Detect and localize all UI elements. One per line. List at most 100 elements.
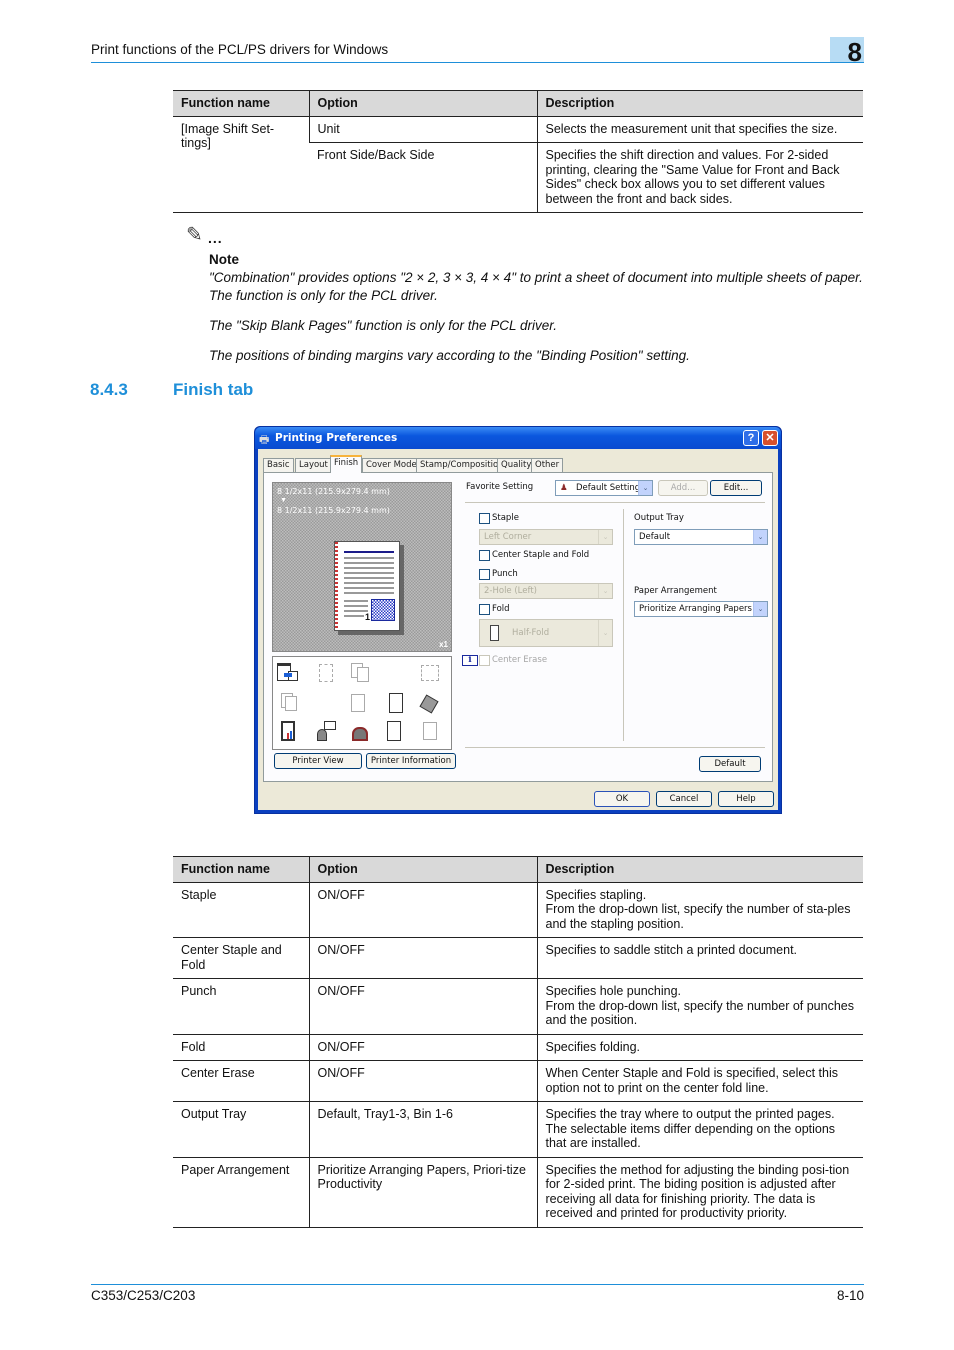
paper-arrangement-label: Paper Arrangement <box>634 586 717 596</box>
dialog-titlebar[interactable]: 🖶 Printing Preferences ? ✕ <box>255 427 781 449</box>
favorite-setting-value: Default Setting <box>576 483 641 493</box>
page-footer: C353/C253/C203 8-10 <box>91 1284 864 1303</box>
column-header: Option <box>308 90 537 117</box>
description-cell: Specifies to saddle stitch a printed doc… <box>536 937 863 979</box>
tab-other[interactable]: Other <box>531 458 564 472</box>
staple-position-select[interactable]: Left Corner ⌄ <box>479 529 613 545</box>
note-paragraph: The positions of binding margins vary ac… <box>209 348 690 363</box>
function-cell: Punch <box>173 978 309 1035</box>
duplex-icon[interactable] <box>349 663 371 685</box>
table-row: Output Tray Default, Tray1-3, Bin 1-6 Sp… <box>173 1101 863 1158</box>
preview-line <box>344 605 368 607</box>
option-cell: Unit <box>308 116 537 143</box>
description-line: From the drop-down list, specify the num… <box>545 902 851 931</box>
favorite-icon: ♟ <box>560 483 568 493</box>
function-cell: Center Erase <box>173 1060 309 1102</box>
function-cell: Paper Arrangement <box>173 1157 309 1228</box>
secure-print-icon[interactable] <box>385 721 407 743</box>
column-header: Function name <box>173 90 309 117</box>
description-line: Specifies stapling. <box>545 887 647 902</box>
function-icon-grid <box>272 656 452 750</box>
add-button[interactable]: Add... <box>658 480 708 496</box>
box-save-icon[interactable] <box>419 721 441 743</box>
printer-view-button[interactable]: Printer View <box>274 753 362 769</box>
default-button[interactable]: Default <box>699 756 761 772</box>
help-button[interactable]: Help <box>718 791 774 807</box>
half-fold-icon <box>490 625 499 641</box>
note-paragraph: The "Skip Blank Pages" function is only … <box>209 318 558 333</box>
tab-layout[interactable]: Layout <box>295 458 332 472</box>
section-title: Finish tab <box>173 380 254 399</box>
cancel-button[interactable]: Cancel <box>656 791 712 807</box>
fold-checkbox[interactable] <box>479 604 490 615</box>
tab-quality[interactable]: Quality <box>497 458 536 472</box>
table-row: [Image Shift Set-tings] Unit Selects the… <box>173 116 863 213</box>
finish-tab-panel: 8 1/2x11 (215.9x279.4 mm) ▼ 8 1/2x11 (21… <box>263 472 773 782</box>
option-cell: ON/OFF <box>308 1060 537 1102</box>
description-cell: Specifies folding. <box>536 1034 863 1061</box>
punch-select[interactable]: 2-Hole (Left) ⌄ <box>479 583 613 599</box>
edit-button[interactable]: Edit... <box>710 480 762 496</box>
booklet-icon[interactable] <box>419 663 441 685</box>
fold-icon[interactable] <box>419 693 441 715</box>
column-header: Description <box>536 90 863 117</box>
preview-line <box>344 592 394 594</box>
preview-page: 1 <box>334 541 400 631</box>
description-line: From the drop-down list, specify the num… <box>545 998 854 1028</box>
center-staple-fold-checkbox[interactable] <box>479 550 490 561</box>
overlay-icon[interactable] <box>385 693 407 715</box>
ok-button[interactable]: OK <box>594 791 650 807</box>
table-row: Paper Arrangement Prioritize Arranging P… <box>173 1157 863 1228</box>
printer-information-button[interactable]: Printer Information <box>366 753 456 769</box>
function-cell: Staple <box>173 882 309 938</box>
tab-finish[interactable]: Finish <box>330 455 363 473</box>
tab-cover-mode[interactable]: Cover Mode <box>362 458 421 472</box>
info-icon[interactable]: i <box>462 655 478 666</box>
output-tray-select[interactable]: Default ⌄ <box>634 529 768 545</box>
user-auth-icon[interactable] <box>315 721 337 743</box>
table-row: Center Erase ON/OFF When Center Staple a… <box>173 1060 863 1102</box>
description-cell: Specifies the tray where to output the p… <box>536 1101 863 1158</box>
help-titlebar-button[interactable]: ? <box>743 430 759 446</box>
table-row: Center Staple and Fold ON/OFF Specifies … <box>173 937 863 979</box>
tab-stamp-composition[interactable]: Stamp/Composition <box>416 458 508 472</box>
staple-checkbox[interactable] <box>479 513 490 524</box>
option-cell: Default, Tray1-3, Bin 1-6 <box>308 1101 537 1158</box>
function-cell: [Image Shift Set-tings] <box>173 116 309 213</box>
preview-line <box>344 557 394 559</box>
preview-line <box>344 577 394 579</box>
copies-indicator: x1 <box>439 640 448 649</box>
punch-checkbox[interactable] <box>479 569 490 580</box>
output-tray-label: Output Tray <box>634 513 684 523</box>
combination-icon[interactable] <box>315 663 337 685</box>
description-cell: Specifies stapling. From the drop-down l… <box>536 882 863 938</box>
paper-source-icon[interactable] <box>277 663 299 685</box>
description-line: Specifies to saddle stitch a printed doc… <box>545 943 798 957</box>
chevron-down-icon: ⌄ <box>753 530 767 544</box>
paper-size-original: 8 1/2x11 (215.9x279.4 mm) <box>277 487 390 496</box>
preview-line <box>344 582 394 584</box>
fold-value: Half-Fold <box>512 628 550 638</box>
column-header: Option <box>308 856 537 883</box>
fold-select[interactable]: Half-Fold ⌄ <box>479 619 613 647</box>
close-icon[interactable]: ✕ <box>762 430 778 446</box>
report-icon[interactable] <box>279 721 301 743</box>
divider <box>465 502 765 503</box>
preview-line <box>344 615 364 617</box>
center-erase-checkbox[interactable] <box>479 655 490 666</box>
table-row: Punch ON/OFF Specifies hole punching. Fr… <box>173 978 863 1035</box>
account-track-icon[interactable] <box>349 721 371 743</box>
collate-icon[interactable] <box>279 693 301 715</box>
page-header: Print functions of the PCL/PS drivers fo… <box>91 37 864 67</box>
note-paragraph: "Combination" provides options "2 × 2, 3… <box>209 270 863 303</box>
preview-line <box>344 562 394 564</box>
paper-arrangement-select[interactable]: Prioritize Arranging Papers ⌄ <box>634 601 768 617</box>
tab-basic[interactable]: Basic <box>263 458 294 472</box>
printer-icon: 🖶 <box>259 434 270 446</box>
description-line: Specifies hole punching. <box>545 984 682 998</box>
watermark-icon[interactable] <box>349 693 371 715</box>
pencil-note-icon: ✎ <box>186 224 203 246</box>
description-line: When Center Staple and Fold is specified… <box>545 1066 839 1095</box>
favorite-setting-select[interactable]: ♟ Default Setting ⌄ <box>555 480 653 496</box>
punch-value: 2-Hole (Left) <box>484 586 537 596</box>
